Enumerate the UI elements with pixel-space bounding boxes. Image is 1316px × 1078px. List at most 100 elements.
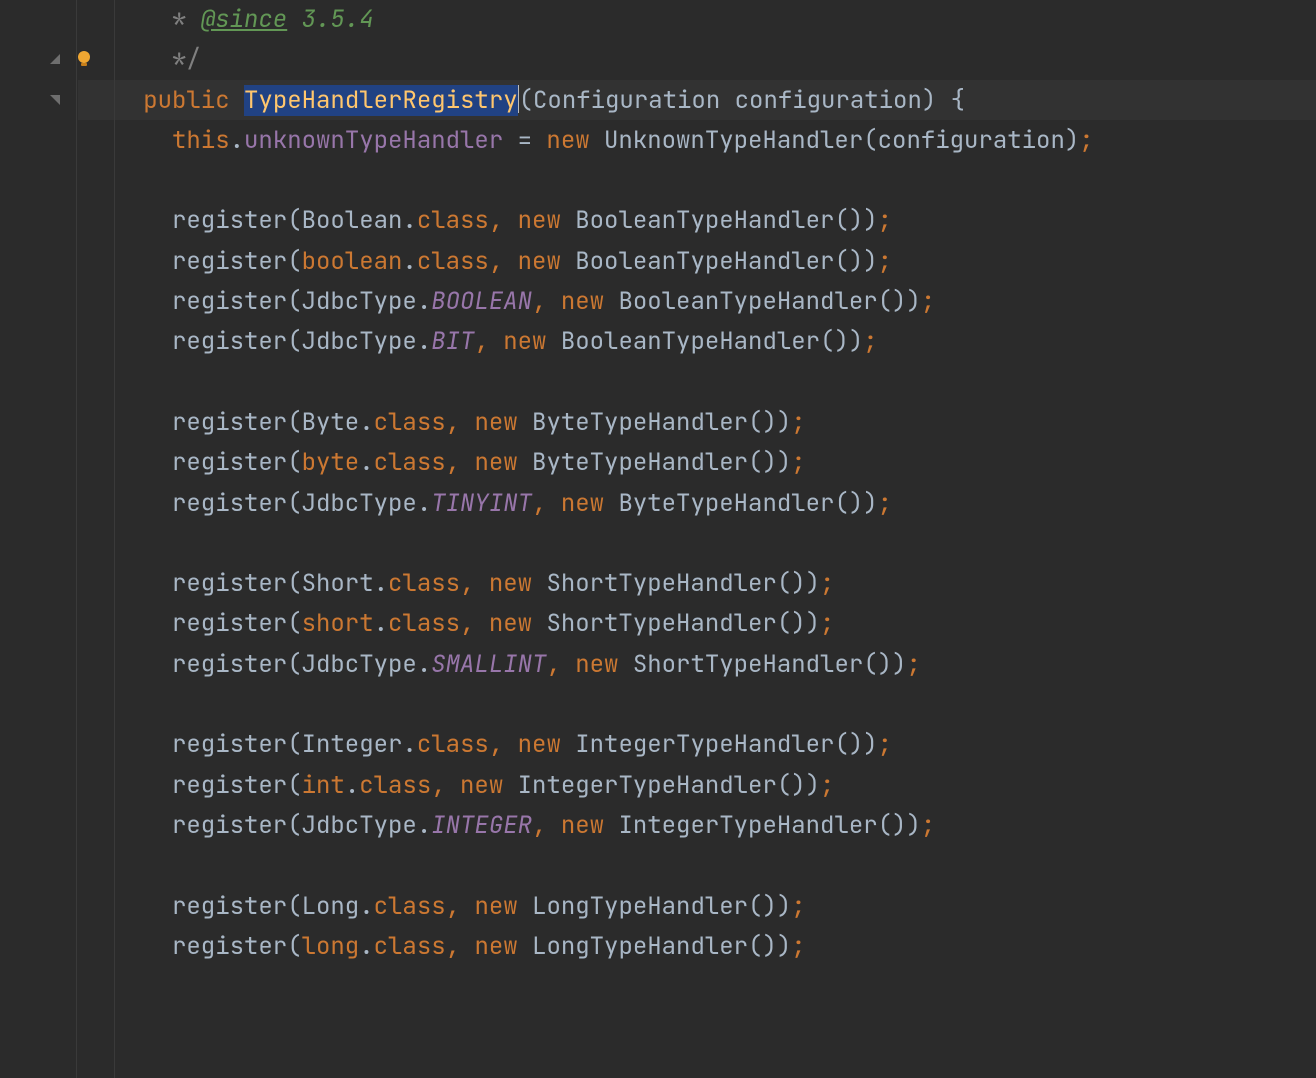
- comma: ,: [532, 488, 561, 519]
- keyword-public: public: [143, 85, 229, 116]
- keyword-new: new: [489, 608, 532, 639]
- punct: ()): [748, 931, 791, 962]
- semicolon: ;: [878, 488, 892, 519]
- comma: ,: [446, 447, 475, 478]
- call-register: register: [172, 729, 287, 760]
- call-register: register: [172, 891, 287, 922]
- fold-end-icon[interactable]: [48, 39, 62, 79]
- code-line[interactable]: [100, 967, 1316, 1007]
- call-register: register: [172, 931, 287, 962]
- handler-type: ShortTypeHandler: [633, 649, 863, 680]
- code-line[interactable]: register(JdbcType.BIT, new BooleanTypeHa…: [100, 322, 1316, 362]
- punct: .: [417, 326, 431, 357]
- call-register: register: [172, 447, 287, 478]
- keyword-this: this: [172, 125, 230, 156]
- call-register: register: [172, 205, 287, 236]
- field: unknownTypeHandler: [244, 125, 503, 156]
- code-line[interactable]: * @since 3.5.4: [100, 0, 1316, 40]
- punct: (: [287, 770, 301, 801]
- enum-const: BOOLEAN: [431, 286, 532, 317]
- call-register: register: [172, 407, 287, 438]
- code-line[interactable]: register(JdbcType.SMALLINT, new ShortTyp…: [100, 645, 1316, 685]
- call-register: register: [172, 326, 287, 357]
- punct: ()): [834, 205, 877, 236]
- punct: ()): [878, 286, 921, 317]
- semicolon: ;: [791, 407, 805, 438]
- fold-start-icon[interactable]: [48, 80, 62, 120]
- enum-const: BIT: [431, 326, 474, 357]
- punct: (: [863, 125, 877, 156]
- punct: ()): [834, 246, 877, 277]
- comma: ,: [489, 729, 518, 760]
- code-line[interactable]: register(Byte.class, new ByteTypeHandler…: [100, 403, 1316, 443]
- comma: ,: [546, 649, 575, 680]
- handler-type: ShortTypeHandler: [546, 568, 776, 599]
- code-area[interactable]: * @since 3.5.4 */ public TypeHandlerRegi…: [78, 0, 1316, 1078]
- code-line[interactable]: [100, 846, 1316, 886]
- code-editor[interactable]: * @since 3.5.4 */ public TypeHandlerRegi…: [0, 0, 1316, 1078]
- punct: =: [503, 125, 546, 156]
- class-ref: JdbcType: [302, 326, 417, 357]
- code-line[interactable]: register(int.class, new IntegerTypeHandl…: [100, 766, 1316, 806]
- punct: .: [402, 205, 416, 236]
- code-line[interactable]: [100, 161, 1316, 201]
- param-name: configuration: [735, 85, 922, 116]
- code-line[interactable]: public TypeHandlerRegistry(Configuration…: [100, 81, 1316, 121]
- text-caret: [518, 85, 519, 113]
- punct: .: [359, 931, 373, 962]
- enum-const: SMALLINT: [431, 649, 546, 680]
- call-register: register: [172, 286, 287, 317]
- keyword-new: new: [460, 770, 503, 801]
- code-line[interactable]: this.unknownTypeHandler = new UnknownTyp…: [100, 121, 1316, 161]
- code-line[interactable]: register(boolean.class, new BooleanTypeH…: [100, 242, 1316, 282]
- punct: (: [287, 488, 301, 519]
- keyword-new: new: [561, 488, 604, 519]
- code-line[interactable]: [100, 685, 1316, 725]
- semicolon: ;: [906, 649, 920, 680]
- punct: (: [287, 326, 301, 357]
- code-line[interactable]: register(Long.class, new LongTypeHandler…: [100, 887, 1316, 927]
- handler-type: ByteTypeHandler: [618, 488, 834, 519]
- primitive-type: boolean: [302, 246, 403, 277]
- keyword-new: new: [489, 568, 532, 599]
- punct: .: [230, 125, 244, 156]
- punct: ()): [777, 608, 820, 639]
- comma: ,: [489, 246, 518, 277]
- call-register: register: [172, 246, 287, 277]
- semicolon: ;: [878, 246, 892, 277]
- handler-type: BooleanTypeHandler: [618, 286, 877, 317]
- punct: .: [417, 810, 431, 841]
- comma: ,: [446, 931, 475, 962]
- class-ref: Boolean: [302, 205, 403, 236]
- handler-type: IntegerTypeHandler: [618, 810, 877, 841]
- keyword-class: class: [359, 770, 431, 801]
- call-register: register: [172, 488, 287, 519]
- comma: ,: [489, 205, 518, 236]
- punct: .: [359, 407, 373, 438]
- code-line[interactable]: register(JdbcType.INTEGER, new IntegerTy…: [100, 806, 1316, 846]
- code-line[interactable]: register(Short.class, new ShortTypeHandl…: [100, 564, 1316, 604]
- punct: ()): [878, 810, 921, 841]
- primitive-type: int: [302, 770, 345, 801]
- code-line[interactable]: register(byte.class, new ByteTypeHandler…: [100, 443, 1316, 483]
- semicolon: ;: [1079, 125, 1093, 156]
- code-line[interactable]: register(long.class, new LongTypeHandler…: [100, 927, 1316, 967]
- keyword-new: new: [474, 931, 517, 962]
- code-line[interactable]: */: [100, 40, 1316, 80]
- javadoc-text: *: [100, 4, 201, 35]
- keyword-new: new: [474, 891, 517, 922]
- code-line[interactable]: register(JdbcType.TINYINT, new ByteTypeH…: [100, 484, 1316, 524]
- punct: (: [287, 205, 301, 236]
- punct: ()): [748, 447, 791, 478]
- code-line[interactable]: [100, 363, 1316, 403]
- punct: ()): [777, 770, 820, 801]
- semicolon: ;: [878, 205, 892, 236]
- code-line[interactable]: register(short.class, new ShortTypeHandl…: [100, 604, 1316, 644]
- class-ref: JdbcType: [302, 649, 417, 680]
- handler-type: BooleanTypeHandler: [561, 326, 820, 357]
- handler-type: ByteTypeHandler: [532, 407, 748, 438]
- code-line[interactable]: register(Boolean.class, new BooleanTypeH…: [100, 201, 1316, 241]
- code-line[interactable]: [100, 524, 1316, 564]
- code-line[interactable]: register(JdbcType.BOOLEAN, new BooleanTy…: [100, 282, 1316, 322]
- code-line[interactable]: register(Integer.class, new IntegerTypeH…: [100, 725, 1316, 765]
